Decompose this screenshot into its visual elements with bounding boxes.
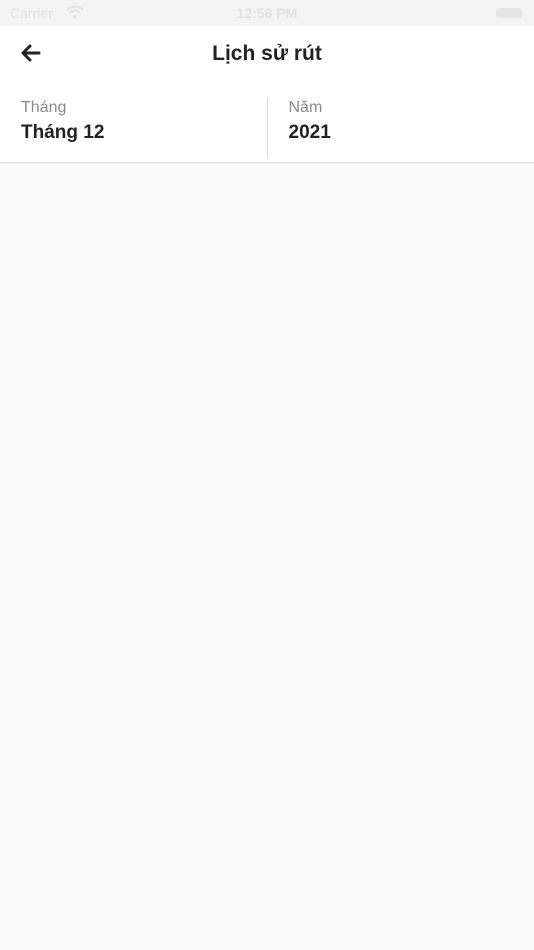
withdrawal-history-list <box>0 163 534 950</box>
year-filter[interactable]: Năm 2021 <box>268 98 534 156</box>
header: Lịch sử rút <box>0 26 534 84</box>
status-bar: Carrier 12:58 PM <box>0 0 534 26</box>
status-time: 12:58 PM <box>236 5 298 21</box>
page-title: Lịch sử rút <box>212 42 322 65</box>
screen: Carrier 12:58 PM Lịch sử rút Tháng Tháng <box>0 0 534 950</box>
month-filter-value: Tháng 12 <box>21 122 105 143</box>
month-filter[interactable]: Tháng Tháng 12 <box>0 98 268 156</box>
filter-bar: Tháng Tháng 12 Năm 2021 <box>0 84 534 163</box>
year-filter-value: 2021 <box>288 122 331 143</box>
month-filter-label: Tháng <box>21 99 67 116</box>
year-filter-label: Năm <box>288 99 323 116</box>
battery-icon <box>496 8 522 18</box>
